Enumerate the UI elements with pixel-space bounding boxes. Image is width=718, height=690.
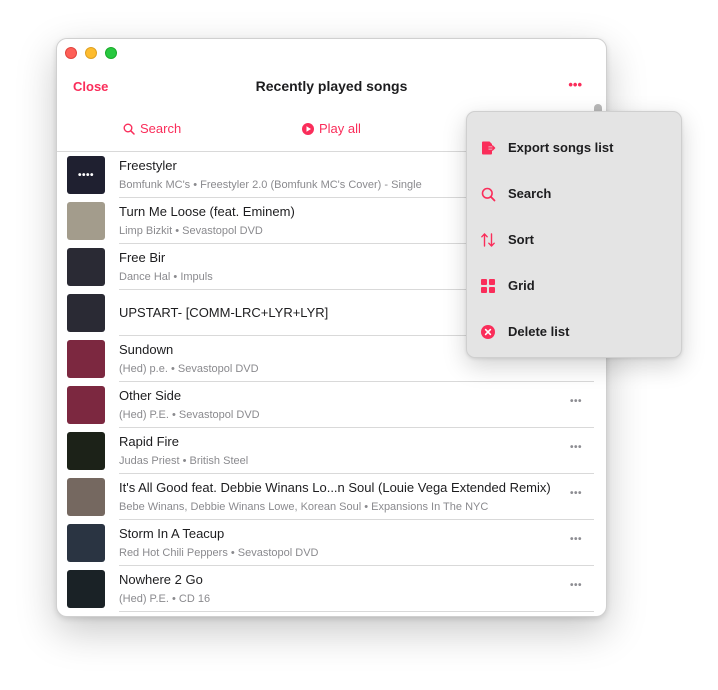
search-button[interactable]: Search xyxy=(123,121,181,136)
song-title: Other Side xyxy=(119,388,182,403)
menu-item-label: Sort xyxy=(508,232,534,247)
row-more-button[interactable]: ••• xyxy=(570,580,582,591)
menu-item-export-songs-list[interactable]: Export songs list xyxy=(467,130,681,166)
menu-item-label: Delete list xyxy=(508,324,570,339)
more-options-button[interactable]: ••• xyxy=(568,77,582,92)
row-more-button[interactable]: ••• xyxy=(570,488,582,499)
album-artwork xyxy=(67,570,105,608)
song-title: UPSTART- [COMM-LRC+LYR+LYR] xyxy=(119,305,329,320)
delete-icon xyxy=(480,324,496,340)
song-title: Free Bir xyxy=(119,250,166,265)
menu-item-grid[interactable]: Grid xyxy=(467,268,681,304)
song-title: Turn Me Loose (feat. Eminem) xyxy=(119,204,295,219)
song-title: Nowhere 2 Go xyxy=(119,572,203,587)
play-circle-icon xyxy=(302,122,314,135)
song-row[interactable]: It's All Good feat. Debbie Winans Lo...n… xyxy=(57,474,606,520)
menu-item-search[interactable]: Search xyxy=(467,176,681,212)
album-artwork xyxy=(67,478,105,516)
page-title: Recently played songs xyxy=(255,78,408,94)
menu-item-sort[interactable]: Sort xyxy=(467,222,681,258)
song-row[interactable]: Storm In A Teacup Red Hot Chili Peppers •… xyxy=(57,520,606,566)
search-icon xyxy=(480,186,496,202)
song-row[interactable]: Other Side (Hed) P.E. • Sevastopol DVD ••• xyxy=(57,382,606,428)
album-artwork xyxy=(67,202,105,240)
song-subtitle: Red Hot Chili Peppers • Sevastopol DVD xyxy=(119,547,319,559)
row-more-button[interactable]: ••• xyxy=(570,442,582,453)
sort-icon xyxy=(480,232,496,248)
song-subtitle: (Hed) p.e. • Sevastopol DVD xyxy=(119,363,259,375)
song-title: Storm In A Teacup xyxy=(119,526,225,541)
options-menu: Export songs list Search Sort Grid Delete li… xyxy=(466,111,682,358)
album-artwork: •••• xyxy=(67,156,105,194)
album-artwork xyxy=(67,524,105,562)
play-all-label: Play all xyxy=(319,121,361,136)
play-all-button[interactable]: Play all xyxy=(302,121,361,136)
close-window-button[interactable] xyxy=(65,47,77,59)
song-title: It's All Good feat. Debbie Winans Lo...n… xyxy=(119,480,551,495)
menu-item-label: Grid xyxy=(508,278,535,293)
album-artwork xyxy=(67,432,105,470)
album-artwork xyxy=(67,386,105,424)
menu-item-delete-list[interactable]: Delete list xyxy=(467,314,681,350)
export-icon xyxy=(480,140,496,156)
song-subtitle: Limp Bizkit • Sevastopol DVD xyxy=(119,225,263,237)
minimize-window-button[interactable] xyxy=(85,47,97,59)
song-title: Rapid Fire xyxy=(119,434,179,449)
menu-item-label: Search xyxy=(508,186,552,201)
row-more-button[interactable]: ••• xyxy=(570,396,582,407)
song-subtitle: Bebe Winans, Debbie Winans Lowe, Korean … xyxy=(119,501,489,513)
menu-item-label: Export songs list xyxy=(508,140,614,155)
song-title: Freestyler xyxy=(119,158,177,173)
search-icon xyxy=(123,123,135,135)
row-more-button[interactable]: ••• xyxy=(570,534,582,545)
window-controls xyxy=(65,47,117,59)
song-subtitle: (Hed) P.E. • Sevastopol DVD xyxy=(119,409,260,421)
zoom-window-button[interactable] xyxy=(105,47,117,59)
song-title: Sundown xyxy=(119,342,174,357)
song-subtitle: (Hed) P.E. • CD 16 xyxy=(119,593,211,605)
song-subtitle: Dance Hal • Impuls xyxy=(119,271,213,283)
song-row[interactable]: Rapid Fire Judas Priest • British Steel ••… xyxy=(57,428,606,474)
song-subtitle: Bomfunk MC's • Freestyler 2.0 (Bomfunk M… xyxy=(119,179,422,191)
song-row[interactable]: Nowhere 2 Go (Hed) P.E. • CD 16 ••• xyxy=(57,566,606,612)
search-label: Search xyxy=(140,121,182,136)
artwork-text: •••• xyxy=(77,169,94,181)
album-artwork xyxy=(67,294,105,332)
grid-icon xyxy=(480,278,496,294)
album-artwork xyxy=(67,340,105,378)
song-subtitle: Judas Priest • British Steel xyxy=(119,455,249,467)
album-artwork xyxy=(67,248,105,286)
